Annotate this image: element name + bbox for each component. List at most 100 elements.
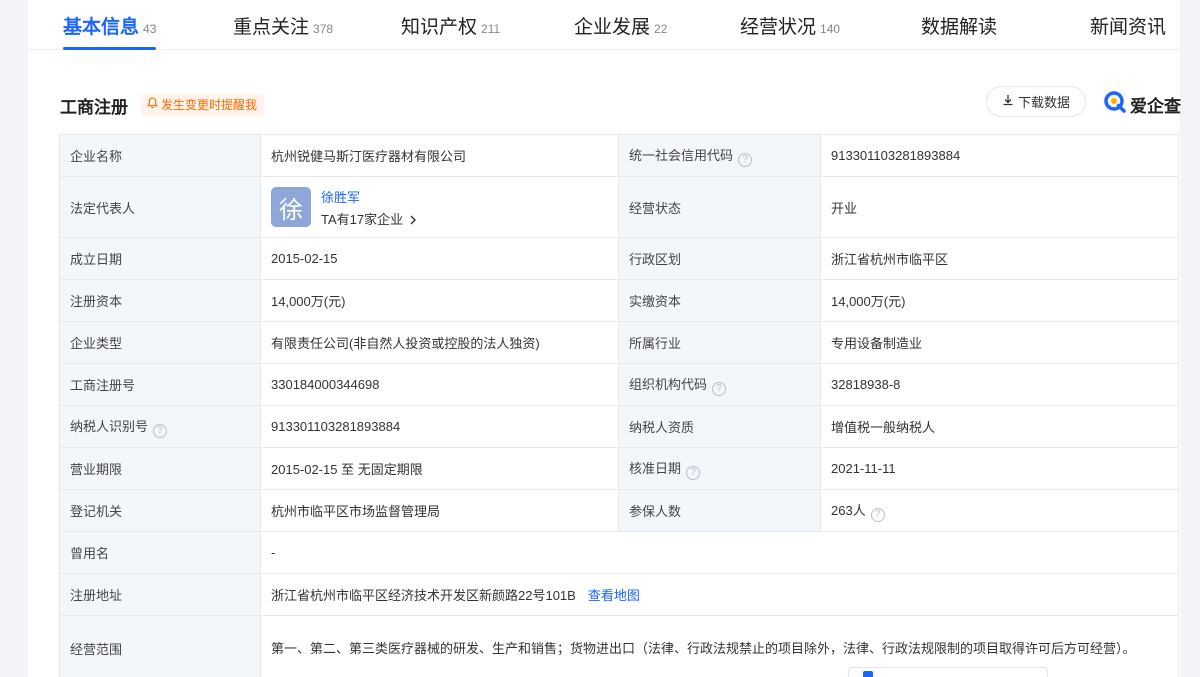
table-row: 成立日期 2015-02-15 行政区划 浙江省杭州市临平区 — [59, 237, 1179, 280]
view-map-link[interactable]: 查看地图 — [588, 588, 640, 603]
remind-label: 发生变更时提醒我 — [161, 98, 258, 112]
brand-name: 爱企查 — [1130, 97, 1181, 116]
table-row: 工商注册号 330184000344698 组织机构代码? 32818938-8 — [59, 363, 1179, 406]
field-label: 成立日期 — [59, 237, 261, 280]
field-label: 曾用名 — [59, 531, 261, 574]
tab-label: 企业发展 — [574, 17, 651, 38]
tab-count: 22 — [654, 22, 668, 36]
related-companies-label: TA有17家企业 — [321, 211, 404, 227]
field-label-with-help: 核准日期? — [618, 447, 821, 490]
address-value: 浙江省杭州市临平区经济技术开发区新颜路22号101B — [271, 588, 576, 603]
right-margin — [1180, 0, 1200, 677]
question-circle-icon[interactable]: ? — [686, 465, 701, 480]
field-label: 法定代表人 — [59, 176, 261, 238]
change-remind-button[interactable]: 发生变更时提醒我 — [141, 94, 265, 116]
field-label: 注册地址 — [59, 573, 261, 616]
credit-code-value: 913301103281893884 — [820, 134, 1179, 177]
field-label: 登记机关 — [59, 489, 261, 532]
chevron-right-icon — [410, 215, 416, 224]
tab-count: 378 — [313, 22, 334, 36]
field-label: 纳税人资质 — [618, 405, 821, 448]
tab-label: 重点关注 — [233, 17, 310, 38]
field-label: 统一社会信用代码 — [629, 147, 734, 163]
download-data-button[interactable]: 下载数据 — [986, 86, 1086, 117]
org-code-value: 32818938-8 — [820, 363, 1179, 406]
field-label: 经营范围 — [59, 615, 261, 677]
tab-development[interactable]: 企业发展 22 — [574, 12, 667, 50]
field-label: 工商注册号 — [59, 363, 261, 406]
field-label: 参保人数 — [618, 489, 821, 532]
company-name-value: 杭州锐健马斯汀医疗器材有限公司 — [260, 134, 619, 177]
download-icon — [1002, 94, 1014, 109]
field-label-with-help: 统一社会信用代码? — [618, 134, 821, 177]
paid-capital-value: 14,000万(元) — [820, 279, 1179, 322]
tab-count: 140 — [820, 22, 841, 36]
tab-label: 数据解读 — [921, 17, 998, 38]
tab-label: 新闻资讯 — [1090, 17, 1167, 38]
table-row: 营业期限 2015-02-15 至 无固定期限 核准日期? 2021-11-11 — [59, 447, 1179, 490]
field-label: 所属行业 — [618, 321, 821, 364]
section-title: 工商注册 — [60, 98, 128, 117]
field-label: 注册资本 — [59, 279, 261, 322]
legal-rep-name-link[interactable]: 徐胜军 — [321, 187, 417, 206]
field-label: 企业类型 — [59, 321, 261, 364]
aiqicha-logo-icon — [1103, 90, 1127, 119]
field-label: 核准日期 — [629, 460, 682, 476]
taxpayer-id-value: 913301103281893884 — [260, 405, 619, 448]
tab-label: 知识产权 — [401, 17, 478, 38]
reg-no-value: 330184000344698 — [260, 363, 619, 406]
question-circle-icon[interactable]: ? — [153, 423, 168, 438]
insured-value: 263人 — [831, 502, 866, 518]
avatar[interactable]: 徐 — [271, 187, 311, 227]
tab-label: 经营状况 — [740, 17, 817, 38]
table-row: 纳税人识别号? 913301103281893884 纳税人资质 增值税一般纳税… — [59, 405, 1179, 448]
brand-logo[interactable]: 爱企查 — [1103, 90, 1181, 119]
tab-label: 基本信息 — [63, 17, 140, 38]
question-circle-icon[interactable]: ? — [712, 381, 727, 396]
scope-value: 第一、第二、第三类医疗器械的研发、生产和销售；货物进出口（法律、行政法规禁止的项… — [271, 640, 1136, 656]
related-companies-link[interactable]: TA有17家企业 — [321, 209, 417, 228]
approval-date-value: 2021-11-11 — [820, 447, 1179, 490]
legal-rep-cell: 徐 徐胜军 TA有17家企业 — [260, 176, 619, 238]
translate-widget[interactable] — [848, 667, 1048, 677]
table-row: 注册地址 浙江省杭州市临平区经济技术开发区新颜路22号101B 查看地图 — [59, 573, 1179, 616]
taxpayer-qual-value: 增值税一般纳税人 — [820, 405, 1179, 448]
term-value: 2015-02-15 至 无固定期限 — [260, 447, 619, 490]
tab-bar: 基本信息 43 重点关注 378 知识产权 211 企业发展 22 经营状况 140 数据… — [28, 0, 1180, 50]
question-circle-icon[interactable]: ? — [738, 152, 753, 167]
company-type-value: 有限责任公司(非自然人投资或控股的法人独资) — [260, 321, 619, 364]
field-label: 实缴资本 — [618, 279, 821, 322]
question-circle-icon[interactable]: ? — [870, 507, 885, 522]
field-label: 行政区划 — [618, 237, 821, 280]
bell-icon — [147, 94, 158, 116]
table-row: 曾用名 - — [59, 531, 1179, 574]
tab-count: 211 — [481, 22, 501, 36]
industry-value: 专用设备制造业 — [820, 321, 1179, 364]
field-label: 纳税人识别号 — [70, 418, 149, 434]
business-registration-table: 企业名称 杭州锐健马斯汀医疗器材有限公司 统一社会信用代码? 913301103… — [59, 134, 1179, 677]
field-label: 企业名称 — [59, 134, 261, 177]
tab-data-insight[interactable]: 数据解读 — [921, 12, 997, 50]
tab-ip[interactable]: 知识产权 211 — [401, 12, 500, 50]
former-name-value: - — [260, 531, 1179, 574]
tab-news[interactable]: 新闻资讯 — [1090, 12, 1166, 50]
tab-count: 43 — [143, 22, 157, 36]
address-cell: 浙江省杭州市临平区经济技术开发区新颜路22号101B 查看地图 — [260, 573, 1179, 616]
table-row: 企业名称 杭州锐健马斯汀医疗器材有限公司 统一社会信用代码? 913301103… — [59, 134, 1179, 177]
tab-key-focus[interactable]: 重点关注 378 — [233, 12, 333, 50]
tab-basic-info[interactable]: 基本信息 43 — [63, 12, 157, 50]
field-label-with-help: 组织机构代码? — [618, 363, 821, 406]
region-value: 浙江省杭州市临平区 — [820, 237, 1179, 280]
field-label: 经营状态 — [618, 176, 821, 238]
status-value: 开业 — [820, 176, 1179, 238]
founded-value: 2015-02-15 — [260, 237, 619, 280]
table-row: 注册资本 14,000万(元) 实缴资本 14,000万(元) — [59, 279, 1179, 322]
tab-operations[interactable]: 经营状况 140 — [740, 12, 840, 50]
reg-capital-value: 14,000万(元) — [260, 279, 619, 322]
field-label-with-help: 纳税人识别号? — [59, 405, 261, 448]
download-label: 下载数据 — [1017, 95, 1070, 110]
table-row: 登记机关 杭州市临平区市场监督管理局 参保人数 263人? — [59, 489, 1179, 532]
table-row: 企业类型 有限责任公司(非自然人投资或控股的法人独资) 所属行业 专用设备制造业 — [59, 321, 1179, 364]
authority-value: 杭州市临平区市场监督管理局 — [260, 489, 619, 532]
field-label: 组织机构代码 — [629, 376, 708, 392]
